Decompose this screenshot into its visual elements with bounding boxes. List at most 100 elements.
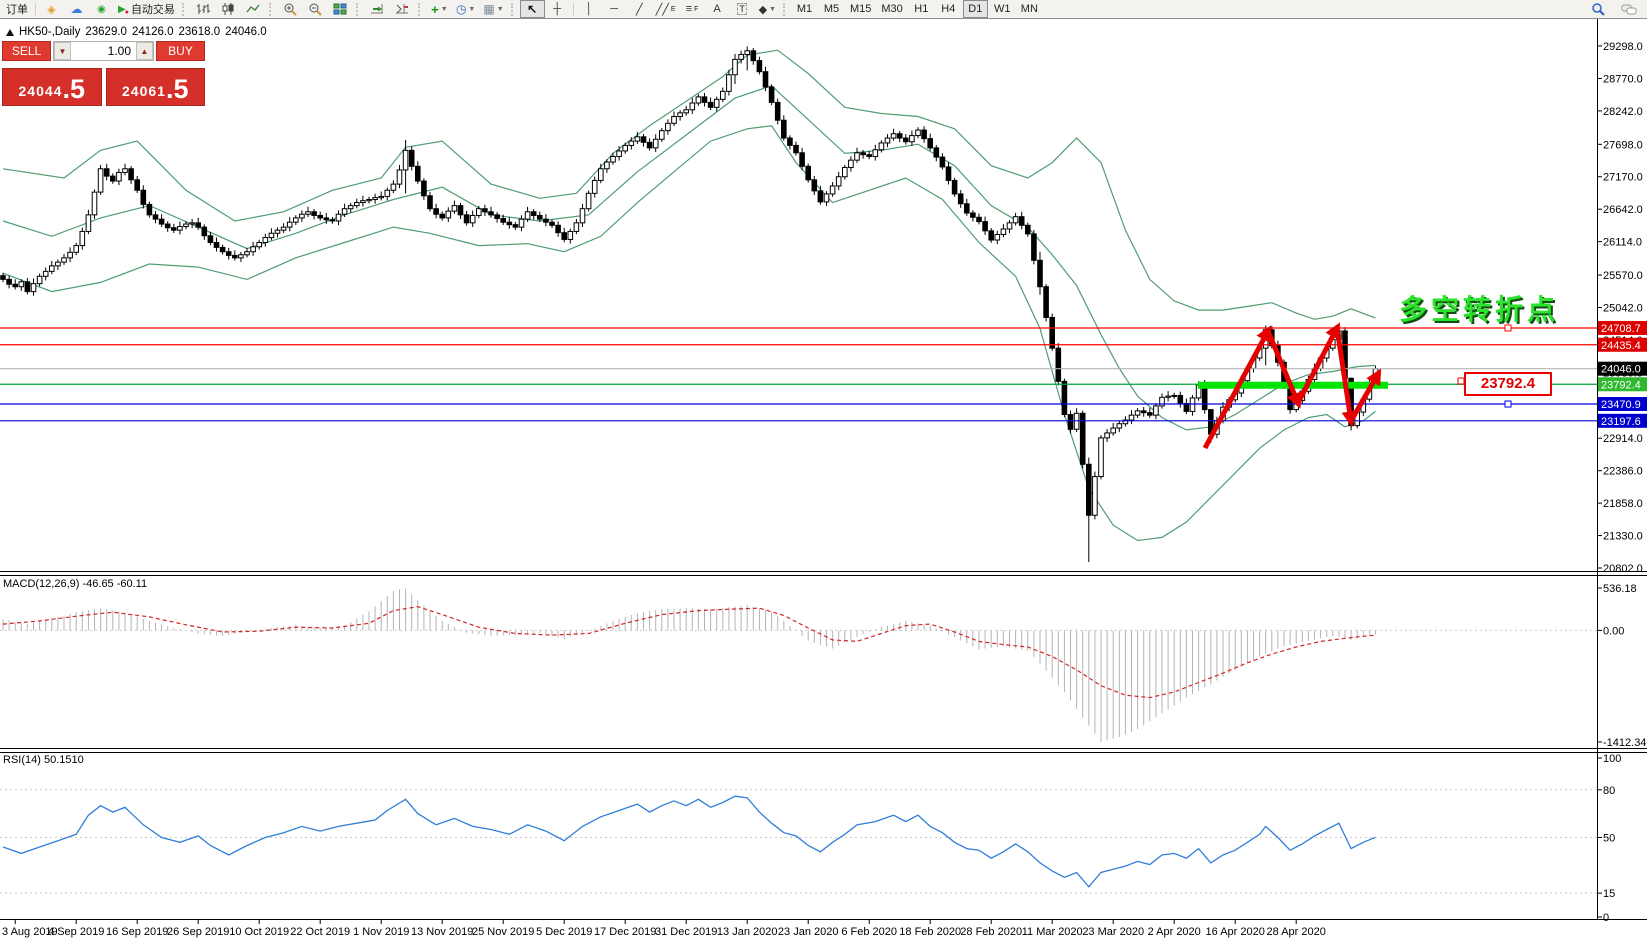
trendline-button[interactable]: ╱ (627, 0, 652, 18)
volume-input[interactable]: 1.00 (71, 42, 136, 60)
horizontal-level-lines[interactable]: 24708.7 24435.4 24046.0 23792.4 23470.9 23197… (0, 320, 1647, 428)
label-button[interactable]: T (730, 0, 755, 18)
macd-label: MACD(12,26,9) -46.65 -60.11 (3, 578, 147, 590)
indicators-button[interactable]: + ▼ (427, 0, 452, 18)
price-tick-label: 25570.0 (1603, 270, 1643, 282)
toolbar-grip (510, 2, 517, 16)
zoom-out-icon (309, 3, 323, 16)
toolbar-grip (181, 2, 188, 16)
rsi-label: RSI(14) 50.1510 (3, 754, 84, 766)
fibonacci-button[interactable]: ≡ F (680, 0, 705, 18)
zoom-in-button[interactable] (278, 0, 303, 18)
price-tick-label: 26642.0 (1603, 204, 1643, 216)
trend-arrow (1295, 322, 1340, 405)
timeframe-button-M15[interactable]: M15 (846, 0, 875, 18)
chart-shift-button[interactable] (390, 0, 415, 18)
horizontal-line-button[interactable]: ─ (602, 0, 627, 18)
search-icon (1591, 2, 1605, 16)
date-tick-label: 17 Dec 2019 (594, 926, 656, 938)
chevron-down-icon: ▼ (468, 5, 476, 13)
timeframe-button-M1[interactable]: M1 (792, 0, 817, 18)
search-button[interactable] (1585, 0, 1610, 18)
vertical-line-button[interactable]: │ (577, 0, 602, 18)
volume-increase-button[interactable]: ▲ (136, 42, 153, 60)
macd-indicator (2, 588, 1376, 742)
level-price-label: 23792.4 (1601, 379, 1641, 391)
periods-button[interactable]: ◷ ▼ (452, 0, 479, 18)
line-chart-button[interactable] (241, 0, 266, 18)
new-order-button[interactable]: 订单 (2, 0, 32, 18)
buy-price-main: 24061 (122, 83, 166, 99)
close-value: 24046.0 (225, 26, 267, 38)
sell-price-box[interactable]: 24044 .5 (2, 68, 102, 106)
indicators-icon: + (431, 1, 439, 17)
candlestick-button[interactable] (216, 0, 241, 18)
price-tag-annotation[interactable]: 23792.4 (1464, 372, 1552, 396)
buy-price-box[interactable]: 24061 .5 (105, 68, 205, 106)
arrows-button[interactable]: ◆ ▼ (755, 0, 780, 18)
level-price-label: 23470.9 (1601, 399, 1641, 411)
fibonacci-icon: ≡ (685, 3, 693, 15)
toolbar-grip (268, 2, 275, 16)
symbol-marker-icon (6, 28, 14, 36)
date-tick-label: 28 Apr 2020 (1267, 926, 1326, 938)
rsi-gridlines (0, 629, 1597, 894)
date-tick-label: 16 Sep 2019 (106, 926, 168, 938)
timeframe-button-MN[interactable]: MN (1017, 0, 1042, 18)
label-icon: T (737, 3, 747, 15)
timeframe-button-M5[interactable]: M5 (819, 0, 844, 18)
templates-icon: ▦ (483, 2, 495, 16)
crosshair-button[interactable]: ┼ (545, 0, 570, 18)
timeframe-button-H4[interactable]: H4 (936, 0, 961, 18)
date-tick-label: 28 Feb 2020 (960, 926, 1022, 938)
price-tick-label: 28770.0 (1603, 73, 1643, 85)
buy-price-fraction: .5 (165, 74, 189, 104)
date-tick-label: 16 Apr 2020 (1206, 926, 1265, 938)
cursor-button[interactable]: ↖ (519, 0, 545, 18)
candlestick-icon (222, 3, 234, 15)
rsi-tick-label: 80 (1603, 785, 1615, 797)
mt4-window: 29298.0 28770.0 28242.0 27698.0 27170.0 26642… (0, 0, 1647, 942)
timeframe-button-D1[interactable]: D1 (962, 0, 988, 18)
chart-canvas[interactable]: 29298.0 28770.0 28242.0 27698.0 27170.0 26642… (0, 0, 1647, 942)
toolbar-grip (417, 2, 424, 16)
date-tick-label: 13 Nov 2019 (411, 926, 473, 938)
tile-windows-button[interactable] (328, 0, 353, 18)
buy-button[interactable]: BUY (156, 41, 205, 61)
autotrade-label: 自动交易 (130, 4, 175, 16)
timeframe-button-M30[interactable]: M30 (877, 0, 906, 18)
volume-control: ▼ 1.00 ▲ (53, 41, 154, 61)
trendline-icon: ╱ (635, 3, 643, 16)
macd-tick-label: 536.18 (1603, 583, 1637, 595)
channel-icon: ╱╱ (655, 3, 669, 16)
date-tick-label: 22 Oct 2019 (290, 926, 350, 938)
date-tick-label: 4 Sep 2019 (48, 926, 104, 938)
sell-button[interactable]: SELL (2, 41, 51, 61)
level-price-label: 23197.6 (1601, 416, 1641, 428)
open-value: 23629.0 (85, 26, 127, 38)
signals-icon: ◉ (97, 3, 106, 15)
autotrade-button[interactable]: ▶ ● 自动交易 (114, 0, 179, 18)
sell-price-main: 24044 (18, 83, 63, 99)
market-button[interactable]: ◈ (39, 0, 64, 18)
channel-button[interactable]: ╱╱ E (652, 0, 680, 18)
date-tick-label: 5 Dec 2019 (536, 926, 592, 938)
auto-scroll-button[interactable] (365, 0, 390, 18)
text-button[interactable]: A (705, 0, 730, 18)
chat-button[interactable] (1616, 0, 1641, 18)
templates-button[interactable]: ▦ ▼ (479, 0, 507, 18)
zoom-out-button[interactable] (303, 0, 328, 18)
timeframe-button-W1[interactable]: W1 (990, 0, 1015, 18)
tile-windows-icon (333, 3, 347, 15)
community-button[interactable]: ☁ (64, 0, 89, 18)
timeframe-button-H1[interactable]: H1 (909, 0, 934, 18)
price-axis: 29298.0 28770.0 28242.0 27698.0 27170.0 26642… (1597, 41, 1646, 924)
rsi-tick-label: 100 (1603, 753, 1621, 765)
bar-chart-button[interactable] (191, 0, 216, 18)
volume-decrease-button[interactable]: ▼ (54, 42, 71, 60)
turning-point-annotation[interactable]: 多空转折点 (1399, 288, 1559, 328)
chart-title: HK50-,Daily 23629.0 24126.0 23618.0 2404… (6, 26, 267, 38)
signals-button[interactable]: ◉ (89, 0, 114, 18)
macd-signal-line (2, 606, 1376, 699)
price-tick-label: 20802.0 (1603, 563, 1643, 575)
